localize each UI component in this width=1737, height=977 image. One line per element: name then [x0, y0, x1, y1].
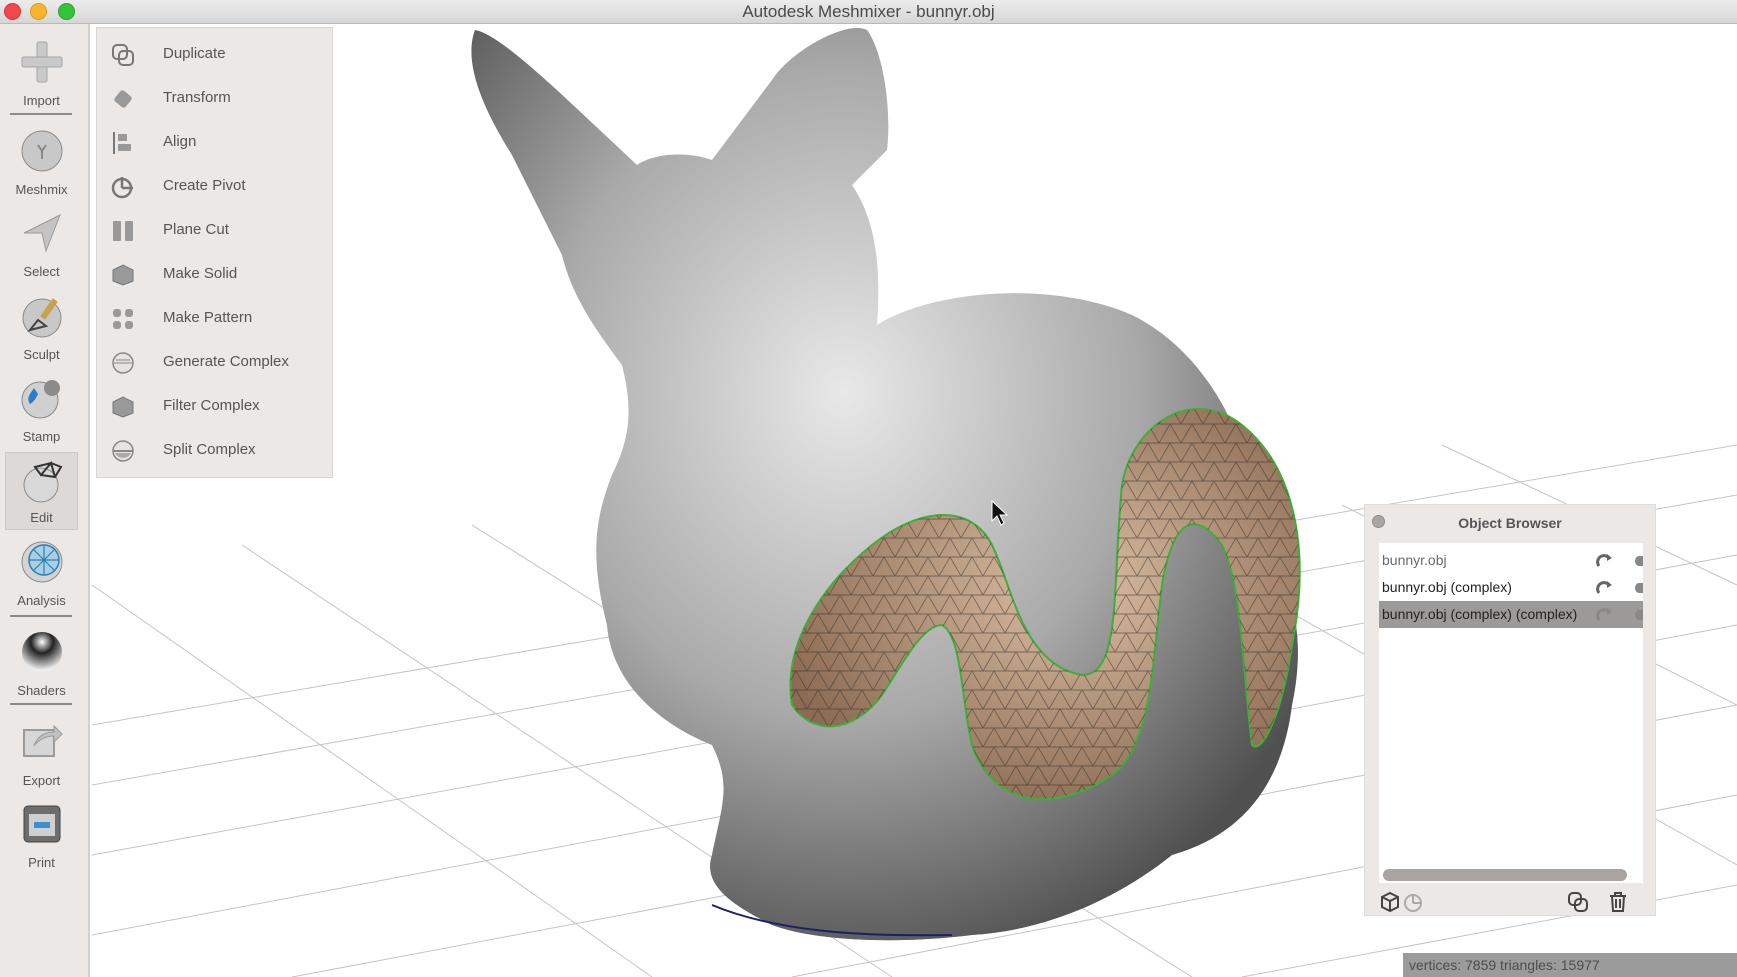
edit-label: Edit	[30, 510, 53, 525]
sculpt-button[interactable]: Sculpt	[5, 288, 78, 366]
menu-item-make-pattern[interactable]: Make Pattern	[97, 296, 332, 340]
transform-icon	[114, 90, 132, 108]
object-row-selected[interactable]: bunnyr.obj (complex) (complex)	[1379, 601, 1643, 628]
stamp-icon	[21, 380, 60, 419]
import-label: Import	[23, 93, 60, 108]
mesh-stats: vertices: 7859 triangles: 15977	[1409, 957, 1600, 973]
plus-icon	[21, 41, 63, 83]
sculpt-brush-icon	[22, 298, 62, 338]
edit-button[interactable]: Edit	[5, 452, 78, 530]
object-row[interactable]: bunnyr.obj (complex)	[1379, 574, 1643, 601]
menu-item-label: Duplicate	[163, 45, 226, 62]
meshmix-button[interactable]: Meshmix	[5, 123, 78, 201]
select-button[interactable]: Select	[5, 205, 78, 283]
object-browser-panel: Object Browser bunnyr.obj bunnyr.obj (co…	[1364, 504, 1656, 916]
trash-icon[interactable]	[1607, 891, 1629, 913]
cube-icon[interactable]	[1379, 891, 1401, 913]
menu-item-make-solid[interactable]: Make Solid	[97, 252, 332, 296]
menu-item-label: Filter Complex	[163, 397, 260, 414]
duplicate-icon	[112, 44, 134, 66]
generate-complex-icon	[112, 352, 134, 374]
menu-item-create-pivot[interactable]: Create Pivot	[97, 164, 332, 208]
visibility-icon[interactable]	[1635, 583, 1643, 593]
print-label: Print	[28, 855, 55, 870]
main-toolbar: Import Meshmix Select Sculpt Stamp Edit …	[0, 24, 90, 977]
object-name: bunnyr.obj	[1382, 552, 1447, 568]
menu-item-label: Make Solid	[163, 265, 238, 282]
plane-cut-icon	[113, 221, 133, 241]
export-icon	[23, 724, 63, 757]
printer-icon	[23, 805, 61, 843]
select-arrow-icon	[23, 213, 61, 253]
menu-item-split-complex[interactable]: Split Complex	[97, 428, 332, 472]
stamp-button[interactable]: Stamp	[5, 370, 78, 448]
print-button[interactable]: Print	[5, 796, 78, 874]
select-label: Select	[23, 264, 60, 279]
stamp-label: Stamp	[22, 429, 61, 444]
bunny-mesh[interactable]	[471, 28, 1301, 941]
split-complex-icon	[112, 440, 134, 462]
status-bar: vertices: 7859 triangles: 15977	[1403, 953, 1737, 977]
shader-sphere-icon	[22, 632, 62, 672]
meshmix-sphere-icon	[21, 130, 63, 172]
meshmixer-window: Autodesk Meshmixer - bunnyr.obj Import M…	[0, 0, 1737, 977]
duplicate-icon[interactable]	[1567, 891, 1589, 913]
menu-item-duplicate[interactable]: Duplicate	[97, 32, 332, 76]
make-pattern-icon	[113, 309, 133, 329]
edit-menu: Duplicate Transform Align Create Pivot P…	[96, 27, 333, 478]
filter-complex-icon	[112, 396, 134, 418]
import-button[interactable]: Import	[5, 34, 78, 112]
magnet-icon[interactable]	[1595, 606, 1613, 624]
analysis-label: Analysis	[17, 593, 66, 608]
visibility-icon[interactable]	[1635, 556, 1643, 566]
analysis-icon	[21, 541, 63, 583]
shaders-button[interactable]: Shaders	[5, 624, 78, 702]
panel-title: Object Browser	[1458, 515, 1562, 531]
object-name: bunnyr.obj (complex)	[1382, 579, 1512, 595]
object-name: bunnyr.obj (complex) (complex)	[1382, 606, 1578, 622]
menu-item-label: Split Complex	[163, 441, 256, 458]
menu-item-label: Make Pattern	[163, 309, 253, 326]
object-row[interactable]: bunnyr.obj	[1379, 547, 1643, 574]
menu-item-label: Create Pivot	[163, 177, 246, 194]
pivot-icon	[111, 177, 133, 199]
menu-item-label: Align	[163, 133, 197, 150]
horizontal-scrollbar[interactable]	[1383, 869, 1627, 881]
magnet-icon[interactable]	[1595, 579, 1613, 597]
object-browser-footer	[1365, 885, 1655, 915]
object-list: bunnyr.obj bunnyr.obj (complex) bunnyr.o…	[1379, 543, 1643, 883]
toolbar-separator	[10, 703, 72, 705]
meshmix-label: Meshmix	[15, 182, 68, 197]
align-icon	[113, 132, 131, 154]
menu-item-generate-complex[interactable]: Generate Complex	[97, 340, 332, 384]
pivot-icon[interactable]	[1403, 891, 1425, 913]
edit-mesh-icon	[23, 460, 63, 503]
toolbar-separator	[10, 113, 72, 115]
title-bar: Autodesk Meshmixer - bunnyr.obj	[0, 0, 1737, 24]
window-title: Autodesk Meshmixer - bunnyr.obj	[742, 2, 995, 21]
menu-item-filter-complex[interactable]: Filter Complex	[97, 384, 332, 428]
sculpt-label: Sculpt	[23, 347, 60, 362]
menu-item-label: Transform	[163, 89, 231, 106]
menu-item-label: Generate Complex	[163, 353, 289, 370]
visibility-icon[interactable]	[1635, 610, 1643, 620]
analysis-button[interactable]: Analysis	[5, 534, 78, 612]
magnet-icon[interactable]	[1595, 552, 1613, 570]
menu-item-align[interactable]: Align	[97, 120, 332, 164]
menu-item-transform[interactable]: Transform	[97, 76, 332, 120]
menu-item-label: Plane Cut	[163, 221, 229, 238]
export-label: Export	[22, 773, 61, 788]
shaders-label: Shaders	[17, 683, 66, 698]
menu-item-plane-cut[interactable]: Plane Cut	[97, 208, 332, 252]
toolbar-separator	[10, 615, 72, 617]
export-button[interactable]: Export	[5, 714, 78, 792]
make-solid-icon	[112, 264, 134, 286]
